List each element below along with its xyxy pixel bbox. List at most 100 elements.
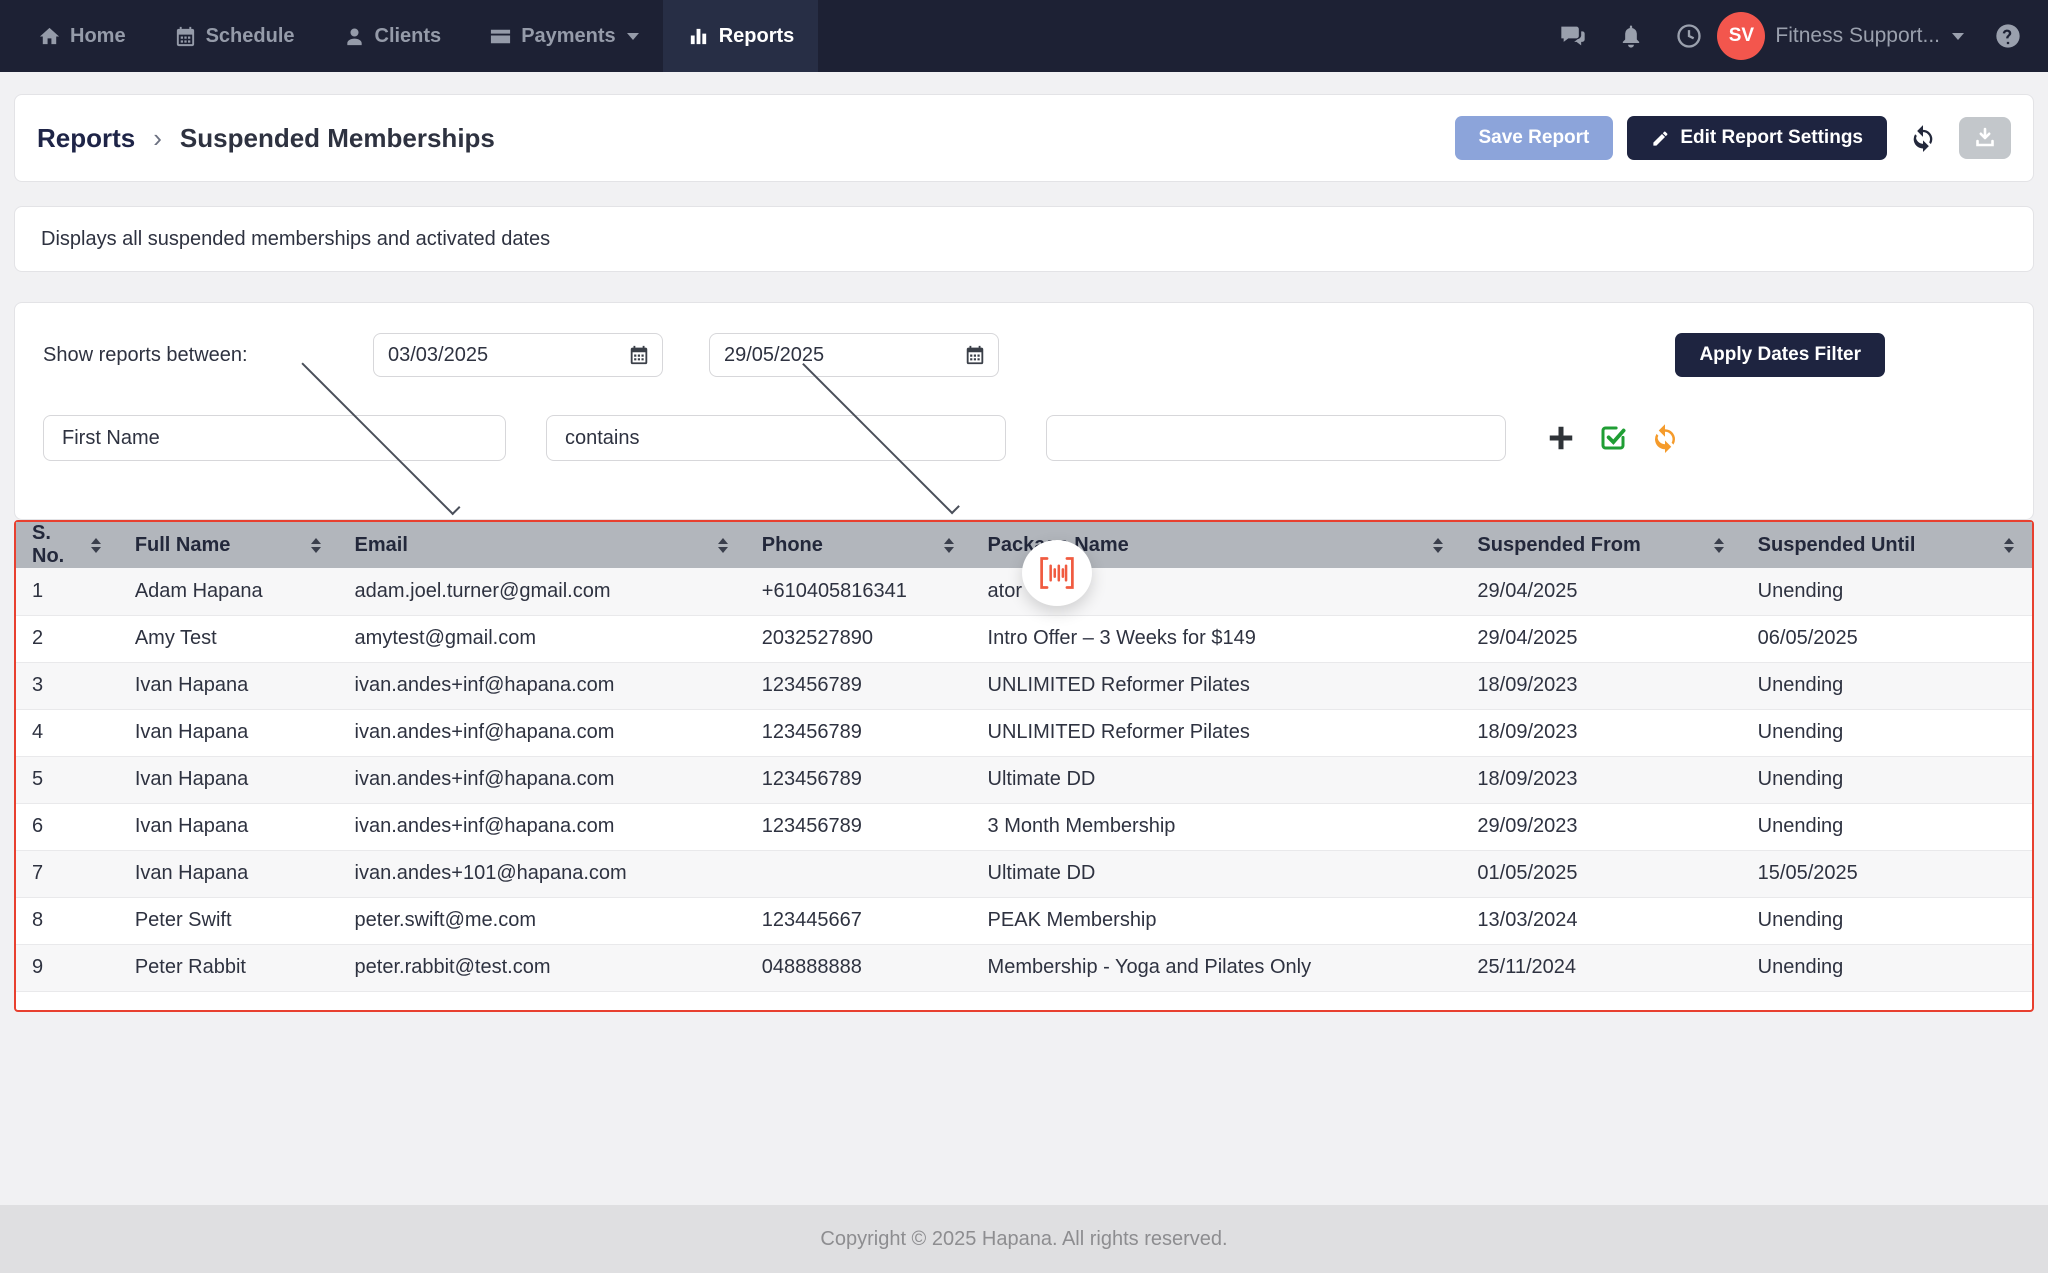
calendar-icon <box>174 25 197 48</box>
edit-report-settings-button[interactable]: Edit Report Settings <box>1627 116 1887 160</box>
help-icon[interactable] <box>1994 22 2022 50</box>
results-table-container: S. No. Full Name Email Phone Package Nam… <box>14 520 2034 1012</box>
table-row: 2 Amy Test amytest@gmail.com 2032527890 … <box>16 615 2032 662</box>
cell-suspended-from: 13/03/2024 <box>1461 897 1741 944</box>
cell-phone: 123445667 <box>746 897 972 944</box>
field-filter-row: First Name contains <box>43 415 2005 461</box>
sort-icon[interactable] <box>311 538 321 553</box>
cell-phone: 048888888 <box>746 944 972 991</box>
chevron-down-icon <box>301 356 460 515</box>
date-from-input[interactable]: 03/03/2025 <box>373 333 663 377</box>
cell-suspended-from: 25/11/2024 <box>1461 944 1741 991</box>
column-header-full-name[interactable]: Full Name <box>119 522 339 568</box>
nav-item-reports[interactable]: Reports <box>663 0 819 72</box>
cell-sno: 9 <box>16 944 119 991</box>
nav-item-payments[interactable]: Payments <box>465 0 663 72</box>
filter-value-input[interactable] <box>1046 415 1506 461</box>
cell-email: peter.swift@me.com <box>339 897 746 944</box>
add-filter-icon[interactable] <box>1546 423 1576 453</box>
apply-dates-filter-button[interactable]: Apply Dates Filter <box>1675 333 1885 377</box>
table-body: 1 Adam Hapana adam.joel.turner@gmail.com… <box>16 568 2032 991</box>
cell-phone: 123456789 <box>746 803 972 850</box>
cell-package-name: PEAK Membership <box>972 897 1462 944</box>
nav-item-clients[interactable]: Clients <box>319 0 466 72</box>
date-filter-row: Show reports between: 03/03/2025 29/05/2… <box>43 333 2005 377</box>
date-range-label: Show reports between: <box>43 344 373 367</box>
cell-email: ivan.andes+inf@hapana.com <box>339 756 746 803</box>
home-icon <box>38 25 61 48</box>
bell-icon[interactable] <box>1617 22 1645 50</box>
cell-full-name: Adam Hapana <box>119 568 339 615</box>
cell-package-name: UNLIMITED Reformer Pilates <box>972 709 1462 756</box>
breadcrumb-reports-link[interactable]: Reports <box>37 123 135 154</box>
chevron-down-icon <box>627 33 639 40</box>
cell-suspended-from: 18/09/2023 <box>1461 662 1741 709</box>
column-header-suspended-until[interactable]: Suspended Until <box>1742 522 2032 568</box>
cell-package-name: Ultimate DD <box>972 756 1462 803</box>
cell-phone: +610405816341 <box>746 568 972 615</box>
table-row: 4 Ivan Hapana ivan.andes+inf@hapana.com … <box>16 709 2032 756</box>
chevron-down-icon <box>802 356 960 514</box>
cell-email: amytest@gmail.com <box>339 615 746 662</box>
cell-sno: 8 <box>16 897 119 944</box>
table-row: 3 Ivan Hapana ivan.andes+inf@hapana.com … <box>16 662 2032 709</box>
cell-full-name: Ivan Hapana <box>119 709 339 756</box>
cell-email: peter.rabbit@test.com <box>339 944 746 991</box>
cell-suspended-until: Unending <box>1742 756 2032 803</box>
filter-operator-select[interactable]: contains <box>546 415 1006 461</box>
table-row: 5 Ivan Hapana ivan.andes+inf@hapana.com … <box>16 756 2032 803</box>
cell-package-name: UNLIMITED Reformer Pilates <box>972 662 1462 709</box>
download-button[interactable] <box>1959 117 2011 159</box>
top-navbar: Home Schedule Clients Payments Reports S… <box>0 0 2048 72</box>
column-header-email[interactable]: Email <box>339 522 746 568</box>
header-actions: Save Report Edit Report Settings <box>1455 116 2012 160</box>
cell-sno: 4 <box>16 709 119 756</box>
cell-suspended-until: Unending <box>1742 709 2032 756</box>
download-icon <box>1973 126 1997 150</box>
nav-item-schedule[interactable]: Schedule <box>150 0 319 72</box>
apply-filter-check-icon[interactable] <box>1598 423 1628 453</box>
account-label: Fitness Support... <box>1775 24 1940 48</box>
cell-suspended-from: 01/05/2025 <box>1461 850 1741 897</box>
sort-icon[interactable] <box>1433 538 1443 553</box>
avatar[interactable]: SV <box>1717 12 1765 60</box>
calendar-icon[interactable] <box>964 344 986 366</box>
sort-icon[interactable] <box>1714 538 1724 553</box>
account-menu[interactable]: SV Fitness Support... <box>1717 12 1964 60</box>
filter-field-select[interactable]: First Name <box>43 415 506 461</box>
cell-suspended-until: 06/05/2025 <box>1742 615 2032 662</box>
footer: Copyright © 2025 Hapana. All rights rese… <box>0 1205 2048 1273</box>
cell-package-name: Membership - Yoga and Pilates Only <box>972 944 1462 991</box>
cell-phone: 123456789 <box>746 662 972 709</box>
sort-icon[interactable] <box>944 538 954 553</box>
table-row: 7 Ivan Hapana ivan.andes+101@hapana.com … <box>16 850 2032 897</box>
breadcrumb: Reports › Suspended Memberships <box>37 123 495 154</box>
cell-email: ivan.andes+inf@hapana.com <box>339 803 746 850</box>
chat-icon[interactable] <box>1559 22 1587 50</box>
calendar-icon[interactable] <box>628 344 650 366</box>
cell-suspended-from: 29/04/2025 <box>1461 568 1741 615</box>
nav-item-home[interactable]: Home <box>14 0 150 72</box>
reset-filter-icon[interactable] <box>1650 423 1680 453</box>
save-report-button[interactable]: Save Report <box>1455 116 1614 160</box>
cell-full-name: Peter Swift <box>119 897 339 944</box>
nav-item-label: Reports <box>719 25 795 48</box>
cell-suspended-until: Unending <box>1742 897 2032 944</box>
cell-suspended-from: 29/09/2023 <box>1461 803 1741 850</box>
column-header-sno[interactable]: S. No. <box>16 522 119 568</box>
date-to-input[interactable]: 29/05/2025 <box>709 333 999 377</box>
nav-item-label: Clients <box>375 25 442 48</box>
report-description: Displays all suspended memberships and a… <box>41 228 550 251</box>
column-header-phone[interactable]: Phone <box>746 522 972 568</box>
cell-sno: 1 <box>16 568 119 615</box>
cell-package-name: Intro Offer – 3 Weeks for $149 <box>972 615 1462 662</box>
sort-icon[interactable] <box>91 538 101 553</box>
sort-icon[interactable] <box>718 538 728 553</box>
cell-suspended-until: Unending <box>1742 944 2032 991</box>
clock-icon[interactable] <box>1675 22 1703 50</box>
refresh-icon[interactable] <box>1909 124 1937 152</box>
cell-phone: 123456789 <box>746 756 972 803</box>
cell-full-name: Ivan Hapana <box>119 850 339 897</box>
sort-icon[interactable] <box>2004 538 2014 553</box>
column-header-suspended-from[interactable]: Suspended From <box>1461 522 1741 568</box>
